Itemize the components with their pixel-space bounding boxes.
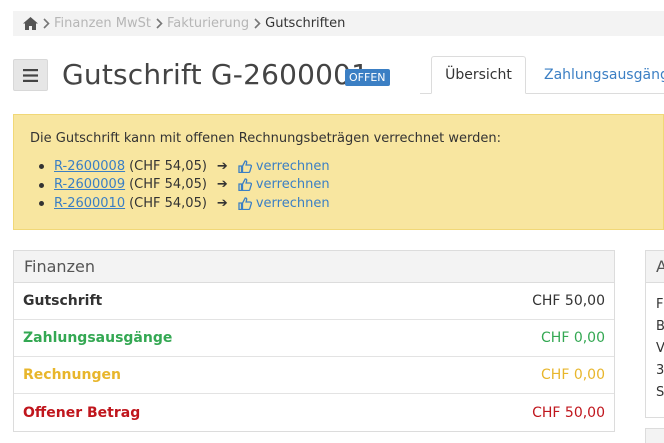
thumbs-up-icon bbox=[238, 160, 252, 173]
tab-uebersicht[interactable]: Übersicht bbox=[431, 56, 526, 94]
side-line: B bbox=[656, 316, 664, 338]
side-line: F bbox=[656, 297, 664, 312]
invoice-link[interactable]: R-2600009 bbox=[54, 177, 125, 192]
list-item: R-2600009 (CHF 54,05) ➔ verrechnen bbox=[39, 176, 663, 195]
breadcrumb-item-gutschriften: Gutschriften bbox=[265, 16, 346, 31]
invoice-amount: (CHF 54,05) bbox=[129, 195, 207, 211]
finance-row-zahlungsausgaenge: Zahlungsausgänge CHF 0,00 bbox=[14, 320, 614, 357]
invoice-link[interactable]: R-2600008 bbox=[54, 159, 125, 174]
finance-panel: Finanzen Gutschrift CHF 50,00 Zahlungsau… bbox=[13, 250, 615, 432]
side-panel-lines: F B V 3 S bbox=[646, 283, 664, 404]
finance-row-gutschrift: Gutschrift CHF 50,00 bbox=[14, 283, 614, 320]
chevron-right-icon bbox=[156, 18, 163, 29]
chevron-right-icon bbox=[43, 18, 50, 29]
verrechnen-link[interactable]: verrechnen bbox=[238, 196, 330, 211]
menu-toggle-button[interactable] bbox=[13, 59, 48, 91]
arrow-right-icon: ➔ bbox=[216, 158, 228, 174]
side-line: S bbox=[656, 385, 664, 400]
breadcrumb: Finanzen MwSt Fakturierung Gutschriften bbox=[13, 11, 664, 36]
invoice-amount: (CHF 54,05) bbox=[129, 158, 207, 174]
status-badge: OFFEN bbox=[345, 69, 390, 86]
tab-zahlungsausgaenge[interactable]: Zahlungsausgänge bbox=[544, 56, 664, 94]
chevron-right-icon bbox=[254, 18, 261, 29]
row-label: Zahlungsausgänge bbox=[23, 330, 173, 346]
side-panel-title: A bbox=[646, 251, 664, 283]
row-value: CHF 0,00 bbox=[541, 367, 605, 383]
breadcrumb-item-fakturierung[interactable]: Fakturierung bbox=[167, 16, 249, 31]
row-label: Offener Betrag bbox=[23, 404, 141, 421]
hamburger-icon bbox=[23, 68, 38, 82]
row-label: Rechnungen bbox=[23, 367, 121, 383]
notice-text: Die Gutschrift kann mit offenen Rechnung… bbox=[30, 131, 501, 146]
verrechnen-link[interactable]: verrechnen bbox=[238, 159, 330, 174]
row-label: Gutschrift bbox=[23, 293, 103, 309]
thumbs-up-icon bbox=[238, 197, 252, 210]
row-value: CHF 0,00 bbox=[541, 330, 605, 346]
thumbs-up-icon bbox=[238, 178, 252, 192]
panel-title: Finanzen bbox=[14, 251, 614, 283]
side-panel-secondary bbox=[645, 428, 664, 443]
arrow-right-icon: ➔ bbox=[216, 195, 228, 211]
side-panel: A F B V 3 S bbox=[645, 250, 664, 418]
invoice-amount: (CHF 54,05) bbox=[129, 177, 207, 193]
side-line: 3 bbox=[656, 363, 664, 378]
arrow-right-icon: ➔ bbox=[216, 177, 228, 193]
list-item: R-2600010 (CHF 54,05) ➔ verrechnen bbox=[39, 194, 663, 213]
verrechnen-label: verrechnen bbox=[255, 177, 330, 193]
home-icon[interactable] bbox=[23, 17, 38, 30]
notice-box: Die Gutschrift kann mit offenen Rechnung… bbox=[13, 114, 664, 230]
invoice-list: R-2600008 (CHF 54,05) ➔ verrechnen R-260… bbox=[30, 157, 663, 213]
row-value: CHF 50,00 bbox=[532, 404, 605, 421]
breadcrumb-item-finanzen-mwst[interactable]: Finanzen MwSt bbox=[54, 16, 151, 31]
finance-row-rechnungen: Rechnungen CHF 0,00 bbox=[14, 357, 614, 394]
finance-row-offener-betrag: Offener Betrag CHF 50,00 bbox=[14, 394, 614, 431]
verrechnen-link[interactable]: verrechnen bbox=[238, 177, 330, 192]
side-line: V bbox=[656, 338, 664, 360]
invoice-link[interactable]: R-2600010 bbox=[54, 196, 125, 211]
row-value: CHF 50,00 bbox=[532, 293, 605, 309]
verrechnen-label: verrechnen bbox=[255, 158, 330, 174]
page-title: Gutschrift G-2600001 bbox=[62, 58, 370, 91]
list-item: R-2600008 (CHF 54,05) ➔ verrechnen bbox=[39, 157, 663, 176]
verrechnen-label: verrechnen bbox=[255, 195, 330, 211]
